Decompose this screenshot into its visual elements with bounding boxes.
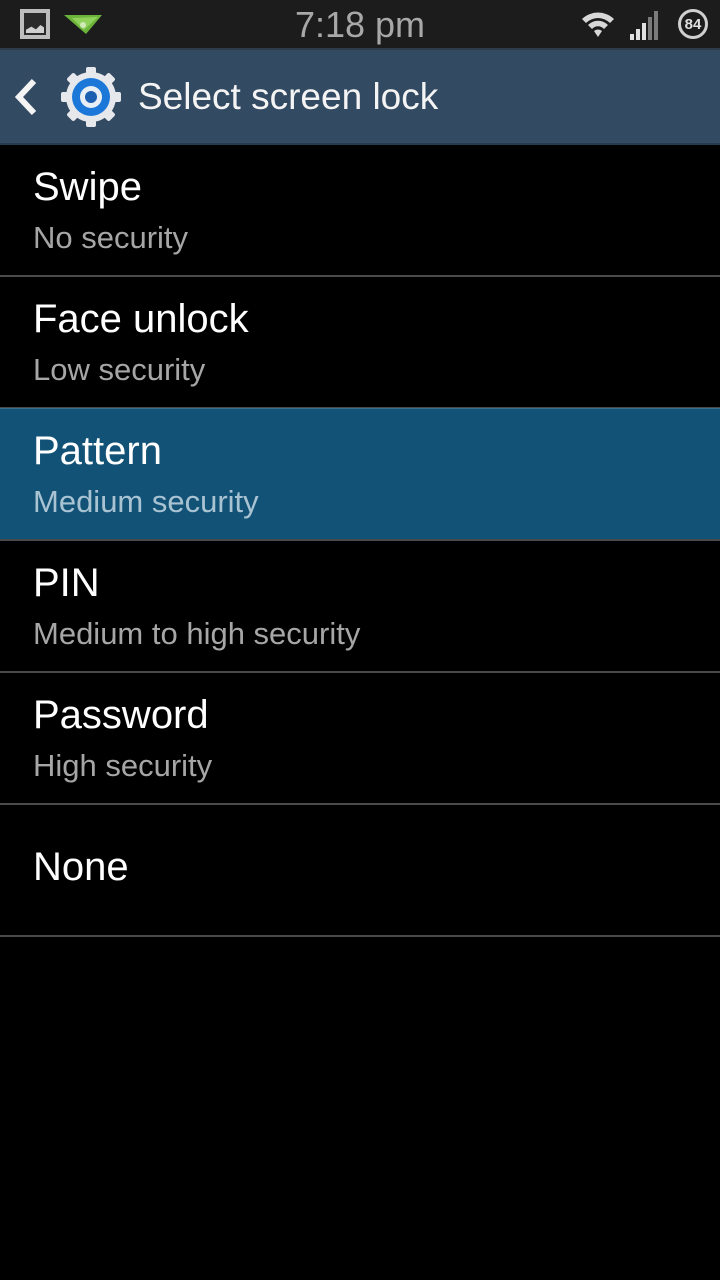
option-label: Face unlock — [33, 297, 249, 341]
option-pattern[interactable]: Pattern Medium security — [0, 408, 720, 541]
status-bar: 7:18 pm 84 — [0, 0, 720, 50]
wifi-icon — [582, 12, 614, 37]
option-description: No security — [33, 220, 189, 255]
option-swipe[interactable]: Swipe No security — [0, 145, 720, 277]
option-description: High security — [33, 748, 213, 783]
option-description: Low security — [33, 352, 206, 387]
screen-lock-options: Swipe No security Face unlock Low securi… — [0, 145, 720, 937]
option-label: PIN — [33, 561, 100, 605]
option-none[interactable]: None — [0, 805, 720, 937]
option-description: Medium security — [33, 484, 259, 519]
back-chevron-icon — [14, 78, 37, 115]
option-face-unlock[interactable]: Face unlock Low security — [0, 277, 720, 409]
system-icons: 84 — [580, 8, 708, 40]
option-label: Pattern — [33, 429, 162, 473]
option-label: Swipe — [33, 165, 142, 209]
back-button[interactable] — [14, 67, 54, 127]
option-description: Medium to high security — [33, 616, 361, 651]
option-pin[interactable]: PIN Medium to high security — [0, 541, 720, 673]
battery-icon: 84 — [678, 9, 708, 39]
option-label: Password — [33, 693, 209, 737]
settings-gear-icon — [61, 66, 121, 127]
signal-icon — [630, 11, 658, 40]
option-password[interactable]: Password High security — [0, 673, 720, 805]
option-label: None — [33, 845, 129, 889]
action-bar: Select screen lock — [0, 50, 720, 145]
page-title: Select screen lock — [138, 75, 439, 117]
